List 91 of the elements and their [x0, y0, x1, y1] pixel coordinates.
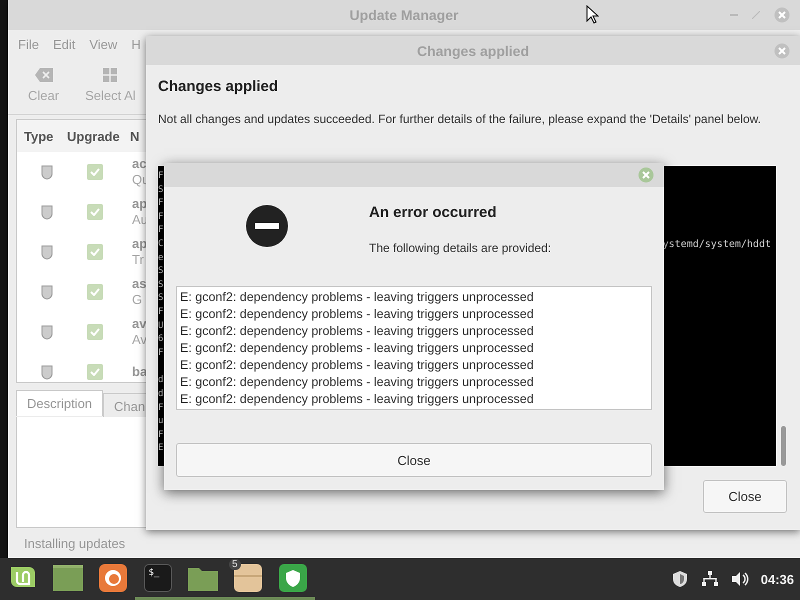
terminal-text: S: [158, 278, 164, 292]
toolbar-button[interactable]: Select Al: [79, 66, 142, 110]
dialog-title: Changes applied: [416, 42, 530, 58]
upgrade-checkbox[interactable]: [87, 284, 103, 300]
upgrade-checkbox[interactable]: [87, 204, 103, 220]
toolbar-button[interactable]: Clear: [22, 66, 66, 110]
terminal-text: E: [158, 442, 164, 456]
package-description: G: [132, 292, 142, 308]
terminal-text: S: [158, 184, 164, 197]
terminal-text: ystemd/system/hddt: [662, 238, 771, 252]
status-text: Installing updates: [23, 534, 126, 553]
menu-item[interactable]: File: [14, 36, 49, 52]
shield-icon: [41, 284, 53, 300]
terminal-text: F: [158, 210, 164, 224]
scrollbar-thumb[interactable]: [781, 426, 786, 466]
error-line: E: gconf2: dependency problems - leaving triggers unprocessed: [180, 306, 535, 323]
error-heading: An error occurred: [369, 204, 498, 221]
upgrade-checkbox[interactable]: [87, 324, 103, 340]
terminal-text: F: [158, 306, 164, 319]
details-text-area[interactable]: [176, 286, 652, 410]
mouse-cursor-icon: [586, 5, 599, 24]
shield-icon[interactable]: [278, 564, 306, 592]
dialog-heading: Changes applied: [158, 78, 280, 95]
terminal-text: F: [158, 224, 164, 238]
package-description: Av: [132, 332, 147, 348]
error-icon: [246, 205, 288, 247]
terminal-text: u: [158, 415, 164, 428]
backspace-icon: [34, 68, 53, 82]
column-header[interactable]: Type: [24, 128, 67, 144]
terminal-text: S: [158, 265, 164, 278]
error-line: E: gconf2: dependency problems - leaving triggers unprocessed: [180, 323, 535, 340]
terminal-text: F: [158, 428, 164, 442]
terminal-text: S: [158, 292, 164, 306]
checkmark-icon: [90, 168, 100, 176]
upgrade-checkbox[interactable]: [87, 244, 103, 260]
error-line: E: gconf2: dependency problems - leaving triggers unprocessed: [180, 374, 535, 391]
checkmark-icon: [90, 328, 100, 336]
shield-icon[interactable]: [670, 570, 689, 588]
clock[interactable]: 04:36: [760, 572, 794, 586]
package-name: av: [132, 316, 146, 332]
terminal-text: d: [158, 388, 164, 401]
error-line: E: gconf2: dependency problems - leaving triggers unprocessed: [180, 289, 535, 306]
terminal-icon[interactable]: $_: [144, 564, 172, 592]
checkmark-icon: [90, 368, 100, 376]
package-name: ap: [132, 236, 148, 252]
volume-icon[interactable]: [730, 570, 749, 588]
shield-icon: [41, 164, 53, 180]
terminal-text: F: [158, 170, 164, 183]
column-header[interactable]: Upgrade: [67, 128, 130, 144]
close-button[interactable]: Close: [703, 480, 787, 513]
terminal-text: 6: [158, 333, 164, 346]
maximize-icon[interactable]: [752, 11, 760, 19]
dialog-message: Not all changes and updates succeeded. For further details of the failure, please expand the 'Details' panel below.: [158, 112, 761, 126]
terminal-text: C: [158, 238, 164, 251]
checkmark-icon: [90, 208, 100, 216]
package-description: Tr: [132, 252, 144, 268]
package-name: ap: [132, 196, 148, 212]
terminal-text: F: [158, 197, 164, 210]
package-name: ac: [132, 156, 146, 172]
upgrade-checkbox[interactable]: [87, 364, 103, 380]
error-line: E: gconf2: dependency problems - leaving triggers unprocessed: [180, 357, 535, 374]
shield-icon: [41, 204, 53, 220]
error-line: E: gconf2: dependency problems - leaving triggers unprocessed: [180, 340, 535, 357]
menu-item[interactable]: H: [127, 36, 151, 52]
shield-icon: [41, 244, 53, 260]
upgrade-checkbox[interactable]: [87, 164, 103, 180]
terminal-text: d: [158, 374, 164, 388]
close-icon[interactable]: [638, 167, 654, 183]
browser-icon[interactable]: [98, 564, 126, 592]
shield-icon: [41, 324, 53, 340]
shield-icon: [41, 364, 53, 380]
close-icon[interactable]: [774, 7, 790, 23]
checkmark-icon: [90, 248, 100, 256]
count-badge: 5: [229, 559, 241, 570]
error-line: E: gconf2: dependency problems - leaving triggers unprocessed: [180, 391, 535, 408]
terminal-text: U: [158, 320, 164, 333]
window-title: Update Manager: [350, 7, 458, 23]
terminal-text: F: [158, 346, 164, 360]
window-icon[interactable]: [52, 564, 82, 590]
tab[interactable]: Description: [16, 390, 104, 416]
grid-icon: [103, 68, 118, 82]
menu-item[interactable]: Edit: [48, 36, 86, 52]
terminal-text: F: [158, 402, 164, 414]
menu-item[interactable]: View: [85, 36, 128, 52]
network-icon[interactable]: [700, 570, 719, 588]
error-subheading: The following details are provided:: [369, 241, 552, 255]
checkmark-icon: [90, 288, 100, 296]
package-name: as: [132, 276, 146, 292]
close-button[interactable]: Close: [176, 443, 652, 477]
close-icon[interactable]: [774, 42, 790, 58]
terminal-text: e: [158, 252, 164, 265]
